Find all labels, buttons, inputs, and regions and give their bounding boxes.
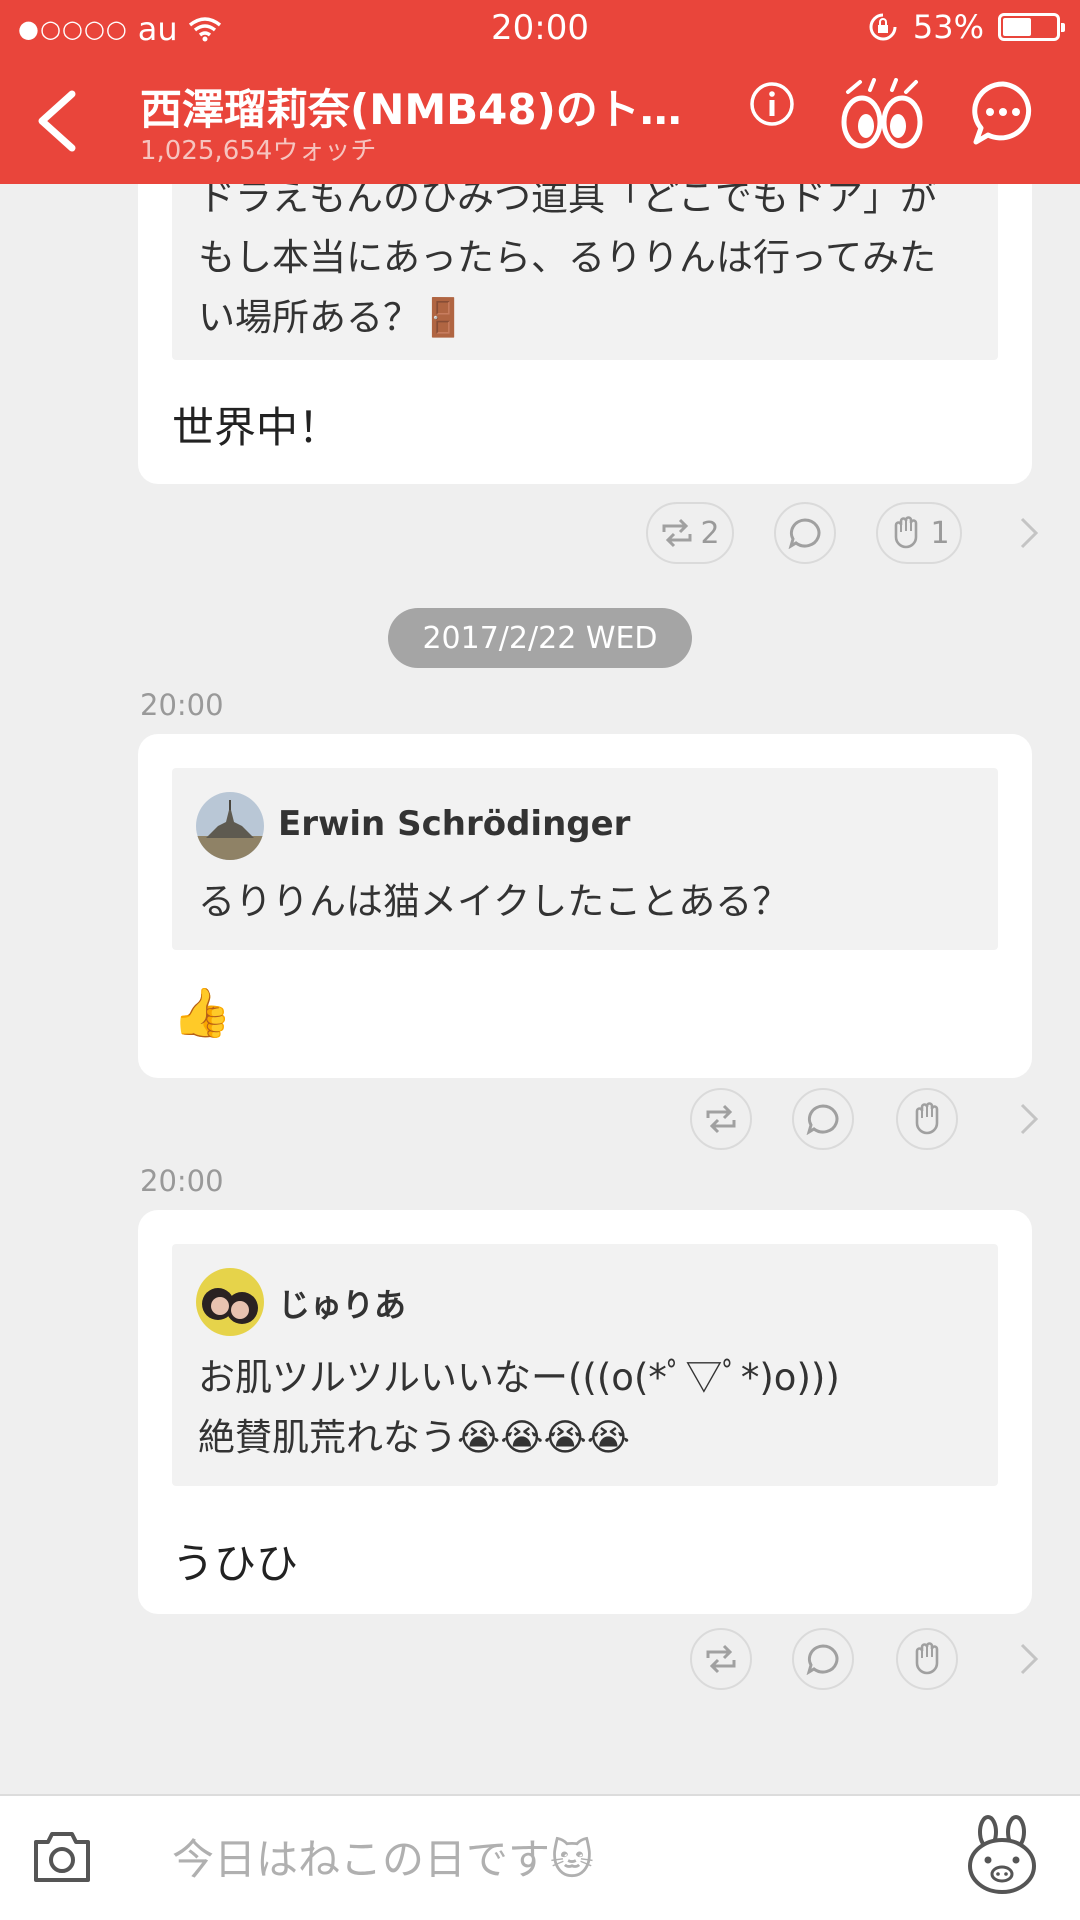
status-bar: ●○○○○ au 20:00 53% <box>0 0 1080 58</box>
camera-icon[interactable] <box>32 1828 92 1884</box>
avatar[interactable] <box>196 792 264 860</box>
retweet-count: 2 <box>700 515 720 551</box>
clap-icon <box>915 1642 939 1675</box>
comment-button[interactable] <box>792 1628 854 1690</box>
comment-icon <box>788 518 821 549</box>
post-actions <box>0 1088 1080 1150</box>
quoted-question: じゅりあ お肌ツルツルいいなー(((o(*ﾟ▽ﾟ*)o))) 絶賛肌荒れなう😭😭… <box>172 1244 998 1486</box>
retweet-button[interactable] <box>690 1088 752 1150</box>
profile-photo-avatar-icon <box>196 1268 264 1336</box>
chat-bubble-icon[interactable] <box>968 78 1038 148</box>
mont-saint-michel-avatar-icon <box>196 792 264 860</box>
message-feed[interactable]: ドラえもんのひみつ道具「どこでもドア」が もし本当にあったら、るりりんは行ってみ… <box>0 184 1080 1794</box>
chevron-right-icon[interactable] <box>1018 516 1040 550</box>
comment-button[interactable] <box>792 1088 854 1150</box>
battery-percent: 53% <box>912 8 984 46</box>
reply-text: うひひ <box>172 1539 299 1588</box>
post-card: じゅりあ お肌ツルツルいいなー(((o(*ﾟ▽ﾟ*)o))) 絶賛肌荒れなう😭😭… <box>138 1210 1032 1614</box>
avatar[interactable] <box>196 1268 264 1336</box>
quote-text: お肌ツルツルいいなー(((o(*ﾟ▽ﾟ*)o))) 絶賛肌荒れなう😭😭😭😭 <box>198 1348 840 1468</box>
clap-button[interactable] <box>896 1088 958 1150</box>
back-arrow-icon[interactable] <box>28 88 88 154</box>
bunny-stamp-icon[interactable] <box>964 1814 1040 1898</box>
date-separator: 2017/2/22 WED <box>388 608 692 668</box>
post-actions: 2 1 <box>0 502 1080 564</box>
post-time: 20:00 <box>140 1164 224 1198</box>
post-actions <box>0 1628 1080 1690</box>
clock: 20:00 <box>491 8 589 48</box>
post-time: 20:00 <box>140 688 224 722</box>
quote-text: るりりんは猫メイクしたことある？ <box>198 880 790 923</box>
clap-icon <box>915 1102 939 1135</box>
info-icon[interactable] <box>748 80 796 128</box>
quoted-question: ドラえもんのひみつ道具「どこでもドア」が もし本当にあったら、るりりんは行ってみ… <box>172 184 998 360</box>
retweet-icon <box>706 1104 736 1134</box>
watch-count: 1,025,654ウォッチ <box>140 136 377 166</box>
quoted-question: Erwin Schrödinger るりりんは猫メイクしたことある？ <box>172 768 998 950</box>
quote-line: もし本当にあったら、るりりんは行ってみた <box>198 236 937 279</box>
reply-text: 世界中！ <box>172 403 341 452</box>
comment-icon <box>806 1644 839 1675</box>
quote-line: ドラえもんのひみつ道具「どこでもドア」が <box>198 184 937 219</box>
comment-icon <box>806 1104 839 1135</box>
post-card: Erwin Schrödinger るりりんは猫メイクしたことある？ 👍 <box>138 734 1032 1078</box>
chevron-right-icon[interactable] <box>1018 1102 1040 1136</box>
quote-line: 絶賛肌荒れなう😭😭😭😭 <box>198 1416 630 1459</box>
quote-line: い場所ある？🚪 <box>198 296 467 339</box>
clap-button[interactable]: 1 <box>876 502 962 564</box>
message-input[interactable]: 今日はねこの日です🐱 <box>172 1826 594 1887</box>
quote-line: お肌ツルツルいいなー(((o(*ﾟ▽ﾟ*)o))) <box>198 1356 840 1399</box>
quote-author: Erwin Schrödinger <box>278 804 631 844</box>
page-title: 西澤瑠莉奈(NMB48)のト… <box>140 85 682 134</box>
watch-eyes-icon[interactable] <box>840 78 924 152</box>
retweet-button[interactable]: 2 <box>646 502 734 564</box>
comment-button[interactable] <box>774 502 836 564</box>
quote-author: じゅりあ <box>278 1286 407 1324</box>
retweet-button[interactable] <box>690 1628 752 1690</box>
input-bar: 今日はねこの日です🐱 <box>0 1794 1080 1920</box>
retweet-icon <box>706 1644 736 1674</box>
clap-button[interactable] <box>896 1628 958 1690</box>
chevron-right-icon[interactable] <box>1018 1642 1040 1676</box>
battery-icon <box>998 13 1065 41</box>
retweet-icon <box>662 518 692 548</box>
header-bar: 西澤瑠莉奈(NMB48)のト… 1,025,654ウォッチ <box>0 58 1080 184</box>
post-card: ドラえもんのひみつ道具「どこでもドア」が もし本当にあったら、るりりんは行ってみ… <box>138 184 1032 484</box>
reply-text: 👍 <box>172 985 232 1041</box>
clap-icon <box>895 516 918 549</box>
clap-count: 1 <box>930 515 950 551</box>
orientation-lock-icon <box>869 13 897 41</box>
